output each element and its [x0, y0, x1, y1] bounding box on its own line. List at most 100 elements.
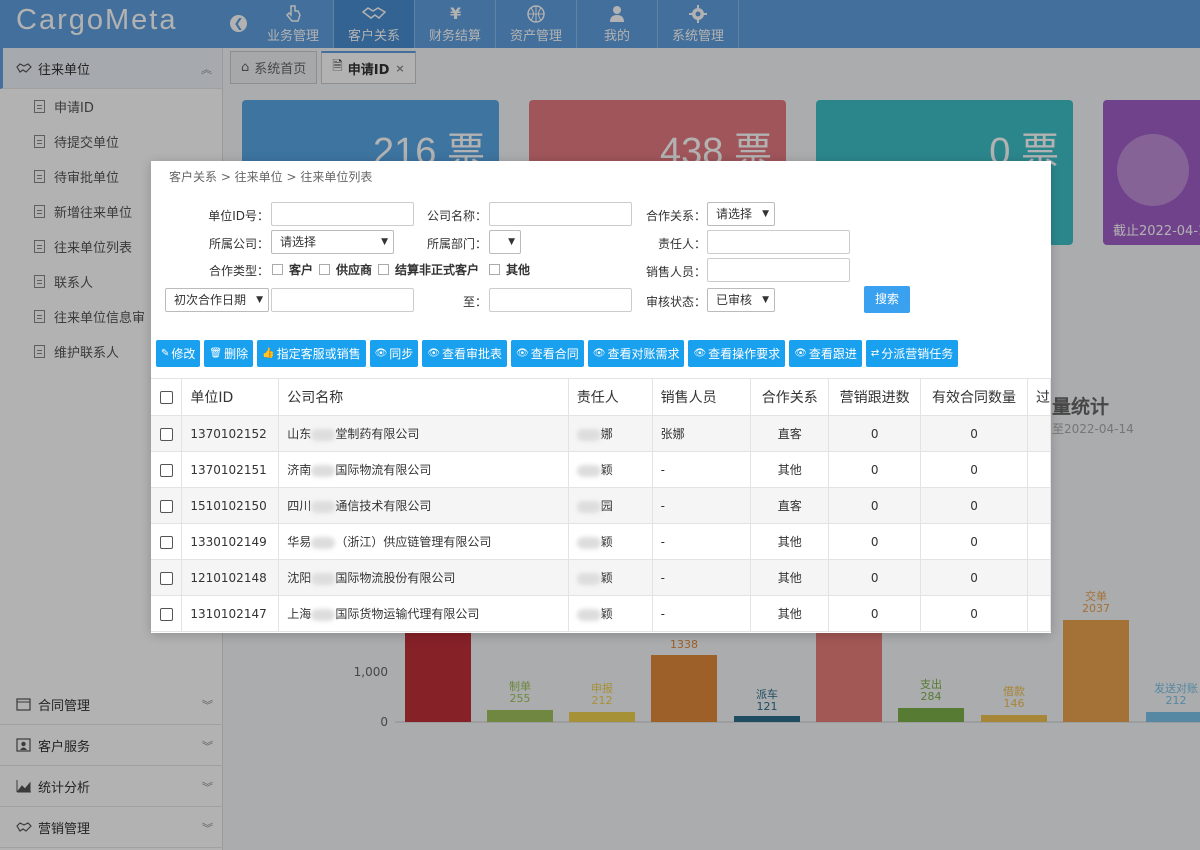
edit-button[interactable]: ✎ 修改: [156, 340, 201, 367]
date-to-input[interactable]: [489, 288, 632, 312]
button-label: 查看审批表: [442, 347, 503, 361]
column-header[interactable]: 公司名称: [278, 378, 569, 416]
owner-cell: 颖: [568, 559, 653, 596]
follow-count-cell: 0: [828, 415, 922, 452]
checkbox[interactable]: [489, 264, 500, 275]
column-header[interactable]: 过: [1027, 378, 1051, 416]
unit-id-cell: 1210102148: [181, 559, 280, 596]
sync-button[interactable]: 👁 同步: [369, 340, 419, 367]
view-approval-button[interactable]: 👁 查看审批表: [422, 340, 508, 367]
table-row[interactable]: 1370102151 济南 国际物流有限公司颖 - 其他 0 0: [151, 451, 1051, 488]
relation-cell: 其他: [750, 451, 830, 488]
column-header[interactable]: 营销跟进数: [828, 378, 922, 416]
checkbox[interactable]: [378, 264, 389, 275]
table-row[interactable]: 1370102152 山东 堂制药有限公司娜张娜 直客 0 0: [151, 415, 1051, 452]
follow-count-cell: 0: [828, 595, 922, 632]
owner-cell: 娜: [568, 415, 653, 452]
select-all-checkbox[interactable]: [159, 390, 173, 404]
overflow-cell: [1027, 451, 1051, 488]
date-type-select[interactable]: 初次合作日期 ▼: [165, 288, 269, 312]
eye-icon: 👁: [374, 348, 388, 359]
company-name-label: 公司名称：: [426, 209, 487, 223]
belong-company-select[interactable]: 请选择 ▼: [271, 230, 394, 254]
row-select-cell: [151, 415, 183, 452]
redacted-text: [576, 536, 601, 549]
column-header[interactable]: 销售人员: [652, 378, 752, 416]
contract-count-cell: 0: [920, 415, 1028, 452]
view-operation-button[interactable]: 👁 查看操作要求: [688, 340, 786, 367]
company-name-suffix: 通信技术有限公司: [335, 499, 432, 513]
row-checkbox[interactable]: [159, 607, 173, 621]
column-header[interactable]: 有效合同数量: [920, 378, 1028, 416]
select-value: 初次合作日期: [174, 293, 247, 307]
sales-label: 销售人员：: [645, 265, 706, 279]
eye-icon: 👁: [693, 348, 707, 359]
select-value: 请选择: [716, 207, 753, 221]
table-row[interactable]: 1510102150 四川 通信技术有限公司园 - 直客 0 0: [151, 487, 1051, 524]
row-select-cell: [151, 559, 183, 596]
belong-dept-label: 所属部门：: [426, 237, 487, 251]
coop-type-supplier-checkbox[interactable]: 供应商: [319, 261, 372, 278]
company-name-input[interactable]: [489, 202, 632, 226]
follow-count-cell: 0: [828, 523, 922, 560]
view-followup-button[interactable]: 👁 查看跟进: [789, 340, 862, 367]
redacted-text: [311, 536, 336, 549]
unit-id-cell: 1310102147: [181, 595, 280, 632]
column-header[interactable]: 合作关系: [750, 378, 830, 416]
coop-type-customer-checkbox[interactable]: 客户: [272, 261, 313, 278]
sales-input[interactable]: [707, 258, 850, 282]
eye-icon: 👁: [794, 348, 807, 359]
redacted-text: [311, 428, 336, 441]
company-name-prefix: 四川: [287, 499, 312, 513]
button-label: 指定客服或销售: [276, 347, 361, 361]
date-from-input[interactable]: [271, 288, 414, 312]
delete-button[interactable]: 🗑 删除: [204, 340, 254, 367]
view-contract-button[interactable]: 👁 查看合同: [511, 340, 584, 367]
table-row[interactable]: 1310102147 上海 国际货物运输代理有限公司颖 - 其他 0 0: [151, 595, 1051, 632]
row-checkbox[interactable]: [159, 463, 173, 477]
redacted-text: [576, 428, 601, 441]
thumbs-up-icon: 👍: [262, 348, 275, 359]
relation-select[interactable]: 请选择 ▼: [707, 202, 775, 226]
button-label: 查看跟进: [808, 347, 857, 361]
row-checkbox[interactable]: [159, 535, 173, 549]
relation-cell: 直客: [750, 415, 830, 452]
relation-cell: 其他: [750, 595, 830, 632]
unit-id-input[interactable]: [271, 202, 414, 226]
table-row[interactable]: 1210102148 沈阳 国际物流股份有限公司颖 - 其他 0 0: [151, 559, 1051, 596]
row-checkbox[interactable]: [159, 499, 173, 513]
row-checkbox[interactable]: [159, 571, 173, 585]
column-header[interactable]: 责任人: [568, 378, 653, 416]
assign-service-button[interactable]: 👍 指定客服或销售: [257, 340, 366, 367]
contract-count-cell: 0: [920, 523, 1028, 560]
pencil-icon: ✎: [161, 348, 170, 359]
search-button[interactable]: 搜索: [864, 286, 910, 313]
owner-input[interactable]: [707, 230, 850, 254]
checkbox[interactable]: [272, 264, 283, 275]
table-row[interactable]: 1330102149 华易 （浙江）供应链管理有限公司颖 - 其他 0 0: [151, 523, 1051, 560]
view-reconcile-button[interactable]: 👁 查看对账需求: [587, 340, 685, 367]
row-select-cell: [151, 487, 183, 524]
overflow-cell: [1027, 559, 1051, 596]
row-checkbox[interactable]: [159, 427, 173, 441]
owner-name: 园: [600, 499, 613, 513]
coop-type-informal-checkbox[interactable]: 结算非正式客户: [378, 261, 479, 278]
follow-count-cell: 0: [828, 559, 922, 596]
company-name-suffix: （浙江）供应链管理有限公司: [335, 535, 492, 549]
sales-cell: -: [652, 595, 752, 632]
overflow-cell: [1027, 595, 1051, 632]
company-name-cell: 华易 （浙江）供应链管理有限公司: [278, 523, 569, 560]
redacted-text: [576, 608, 601, 621]
coop-type-other-checkbox[interactable]: 其他: [489, 261, 530, 278]
owner-cell: 颖: [568, 451, 653, 488]
owner-cell: 园: [568, 487, 653, 524]
unit-id-label: 单位ID号：: [208, 209, 269, 223]
review-status-select[interactable]: 已审核 ▼: [707, 288, 775, 312]
checkbox[interactable]: [319, 264, 330, 275]
owner-name: 娜: [600, 427, 613, 441]
redacted-text: [311, 608, 336, 621]
assign-marketing-button[interactable]: ⇄ 分派营销任务: [865, 340, 959, 367]
owner-name: 颖: [600, 535, 613, 549]
belong-dept-select[interactable]: ▼: [489, 230, 521, 254]
column-header[interactable]: 单位ID: [181, 378, 280, 416]
